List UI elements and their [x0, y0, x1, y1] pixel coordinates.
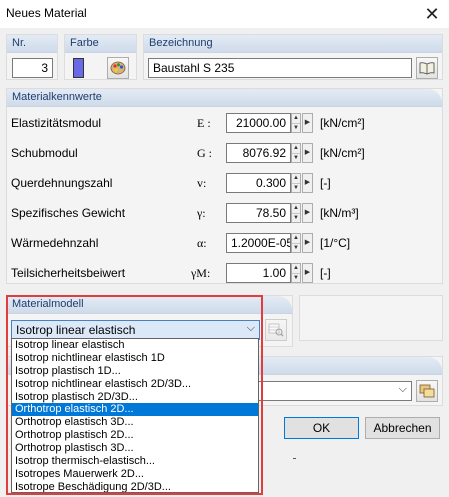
materialkennwerte-group: Materialkennwerte Elastizitätsmodul E : … — [6, 88, 443, 284]
schubmodul-spinner[interactable]: ▲ ▼ — [291, 143, 301, 163]
gamma-m-symbol: γM: — [191, 266, 211, 280]
bezeichnung-input[interactable]: Baustahl S 235 — [148, 58, 412, 78]
waermedehnzahl-label: Wärmedehnzahl — [11, 236, 99, 250]
materialmodell-selected: Isotrop linear elastisch — [16, 323, 136, 337]
spezifisches-gewicht-arrow-button[interactable]: ▶ — [302, 203, 313, 223]
bezeichnung-group: Bezeichnung Baustahl S 235 — [143, 34, 443, 80]
spezifisches-gewicht-spinner[interactable]: ▲ ▼ — [291, 203, 301, 223]
gamma-symbol: γ: — [197, 206, 206, 220]
spezifisches-gewicht-input[interactable]: 78.50 — [226, 203, 291, 223]
lower-edit-button[interactable] — [416, 380, 438, 402]
side-panel — [299, 295, 443, 341]
elastizitaetsmodul-input[interactable]: 21000.00 — [226, 113, 291, 133]
lower-select[interactable]: ⌵ — [257, 381, 412, 401]
querdehnungszahl-spinner[interactable]: ▲ ▼ — [291, 173, 301, 193]
list-item[interactable]: Isotrop nichtlinear elastisch 1D — [12, 352, 258, 365]
farbe-label: Farbe — [70, 37, 99, 49]
list-item[interactable]: Orthotrop elastisch 2D... — [12, 403, 258, 417]
nr-group: Nr. 3 — [6, 34, 58, 80]
g-symbol: G : — [197, 146, 212, 160]
bezeichnung-label: Bezeichnung — [149, 37, 213, 49]
color-swatch[interactable] — [73, 58, 84, 78]
bezeichnung-group-header: Bezeichnung — [144, 35, 442, 53]
teilsicherheitsbeiwert-unit: [-] — [320, 266, 331, 280]
list-item[interactable]: Isotropes Mauerwerk 2D... — [12, 468, 258, 481]
materialmodell-select[interactable]: Isotrop linear elastisch ⌵ — [11, 320, 260, 340]
library-button[interactable] — [416, 57, 438, 79]
teilsicherheitsbeiwert-input[interactable]: 1.00 — [226, 263, 291, 283]
table-magnifier-icon — [268, 323, 284, 337]
chevron-down-icon: ⌵ — [246, 322, 255, 334]
chevron-down-icon: ⌵ — [398, 383, 407, 395]
title-bar: Neues Material ✕ — [0, 0, 449, 28]
schubmodul-arrow-button[interactable]: ▶ — [302, 143, 313, 163]
teilsicherheitsbeiwert-label: Teilsicherheitsbeiwert — [11, 266, 126, 280]
materialmodell-details-button[interactable] — [265, 319, 287, 341]
list-item[interactable]: Isotrop plastisch 2D/3D... — [12, 391, 258, 404]
spezifisches-gewicht-label: Spezifisches Gewicht — [11, 206, 126, 220]
querdehnungszahl-input[interactable]: 0.300 — [226, 173, 291, 193]
waermedehnzahl-spinner[interactable]: ▲ ▼ — [291, 233, 301, 253]
divider-dot — [293, 458, 296, 459]
cancel-button[interactable]: Abbrechen — [365, 417, 440, 439]
elastizitaetsmodul-arrow-button[interactable]: ▶ — [302, 113, 313, 133]
e-symbol: E : — [197, 116, 211, 130]
list-item[interactable]: Isotrop nichtlinear elastisch 2D/3D... — [12, 378, 258, 391]
materialmodell-title: Materialmodell — [12, 298, 84, 310]
list-item[interactable]: Isotrop linear elastisch — [12, 339, 258, 352]
spezifisches-gewicht-unit: [kN/m³] — [320, 206, 359, 220]
list-item[interactable]: Isotrop plastisch 1D... — [12, 365, 258, 378]
farbe-group: Farbe — [64, 34, 137, 80]
v-symbol: v: — [197, 176, 207, 190]
querdehnungszahl-label: Querdehnungszahl — [11, 176, 113, 190]
close-icon[interactable]: ✕ — [415, 0, 449, 28]
alpha-symbol: α: — [197, 236, 207, 250]
materialmodell-header: Materialmodell — [7, 296, 292, 314]
list-item[interactable]: Orthotrop plastisch 3D... — [12, 442, 258, 455]
ok-button[interactable]: OK — [284, 417, 359, 439]
materialkennwerte-header: Materialkennwerte — [7, 89, 442, 107]
elastizitaetsmodul-spinner[interactable]: ▲ ▼ — [291, 113, 301, 133]
teilsicherheitsbeiwert-arrow-button[interactable]: ▶ — [302, 263, 313, 283]
color-palette-button[interactable] — [107, 57, 129, 79]
schubmodul-input[interactable]: 8076.92 — [226, 143, 291, 163]
schubmodul-label: Schubmodul — [11, 146, 78, 160]
list-item[interactable]: Isotrope Beschädigung 2D/3D... — [12, 481, 258, 492]
materialkennwerte-title: Materialkennwerte — [12, 91, 102, 103]
waermedehnzahl-unit: [1/°C] — [320, 236, 351, 250]
querdehnungszahl-unit: [-] — [320, 176, 331, 190]
elastizitaetsmodul-unit: [kN/cm²] — [320, 116, 365, 130]
schubmodul-unit: [kN/cm²] — [320, 146, 365, 160]
list-item[interactable]: Isotrop thermisch-elastisch... — [12, 455, 258, 468]
window-title: Neues Material — [6, 6, 87, 20]
materialmodell-dropdown-list[interactable]: Isotrop linear elastisch Isotrop nichtli… — [11, 338, 259, 493]
nr-label: Nr. — [12, 37, 27, 49]
elastizitaetsmodul-label: Elastizitätsmodul — [11, 116, 102, 130]
list-item[interactable]: Orthotrop elastisch 3D... — [12, 416, 258, 429]
querdehnungszahl-arrow-button[interactable]: ▶ — [302, 173, 313, 193]
nr-group-header: Nr. — [7, 35, 57, 53]
palette-icon — [110, 61, 126, 75]
layers-icon — [419, 384, 435, 398]
nr-input[interactable]: 3 — [12, 58, 53, 78]
teilsicherheitsbeiwert-spinner[interactable]: ▲ ▼ — [291, 263, 301, 283]
book-icon — [419, 62, 435, 75]
farbe-group-header: Farbe — [65, 35, 136, 53]
waermedehnzahl-arrow-button[interactable]: ▶ — [302, 233, 313, 253]
list-item[interactable]: Orthotrop plastisch 2D... — [12, 429, 258, 442]
waermedehnzahl-input[interactable]: 1.2000E-05 — [226, 233, 291, 253]
